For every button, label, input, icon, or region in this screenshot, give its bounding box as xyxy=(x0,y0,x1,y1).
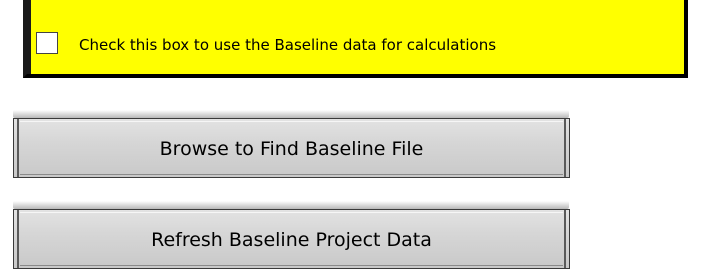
refresh-baseline-data-button-label: Refresh Baseline Project Data xyxy=(151,229,432,251)
browse-button-shadow xyxy=(13,110,569,118)
use-baseline-checkbox-label[interactable]: Check this box to use the Baseline data … xyxy=(79,36,496,54)
refresh-baseline-data-button[interactable]: Refresh Baseline Project Data xyxy=(13,209,570,269)
browse-baseline-file-button[interactable]: Browse to Find Baseline File xyxy=(13,118,570,178)
use-baseline-checkbox[interactable] xyxy=(36,32,58,54)
browse-baseline-file-button-label: Browse to Find Baseline File xyxy=(159,138,424,160)
refresh-button-shadow xyxy=(13,201,569,209)
